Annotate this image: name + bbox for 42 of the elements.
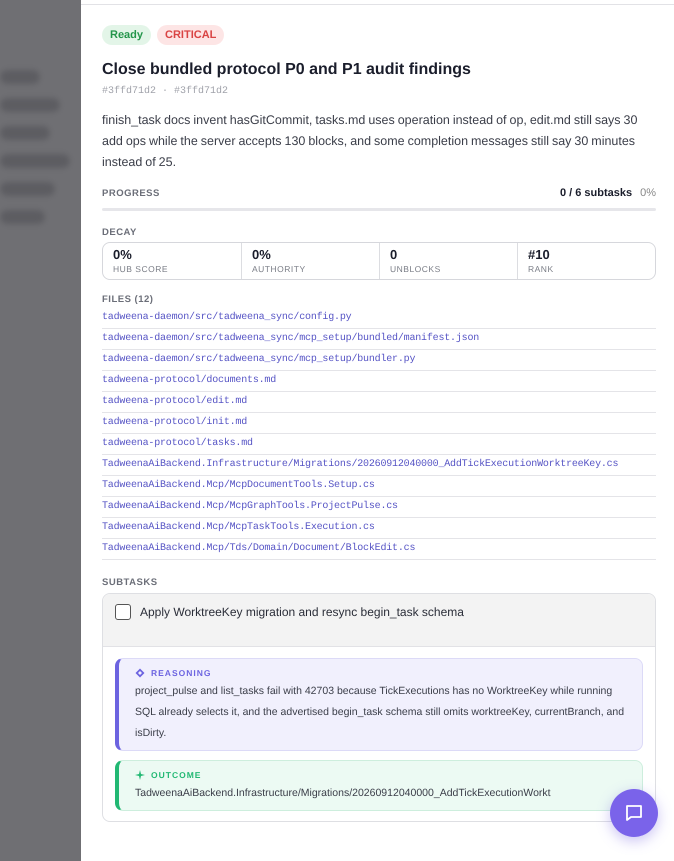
section-label: FILES (12)	[102, 294, 154, 305]
file-link[interactable]: tadweena-protocol/edit.md	[102, 392, 656, 413]
stat-label: AUTHORITY	[252, 264, 307, 274]
file-link[interactable]: TadweenaAiBackend.Mcp/McpGraphTools.ProjectPulse.cs	[102, 497, 656, 518]
file-link[interactable]: TadweenaAiBackend.Mcp/McpDocumentTools.Setup.cs	[102, 476, 656, 497]
section-label: PROGRESS	[102, 188, 160, 198]
file-link[interactable]: tadweena-daemon/src/tadweena_sync/mcp_setup/bundled/manifest.json	[102, 329, 656, 350]
task-title: Close bundled protocol P0 and P1 audit findings	[102, 61, 472, 79]
stat-value: 0%	[113, 247, 133, 262]
note-label: REASONING	[151, 668, 212, 678]
task-id: #3ffd71d2	[102, 86, 156, 97]
progress-percent: 0%	[640, 187, 656, 199]
separator-dot: ·	[162, 86, 168, 97]
note-text: project_pulse and list_tasks fail with 42703 because TickExecutions has no WorktreeKey while running SQL already selects it, and the advertised begin_task schema still omits worktreeKey, currentBranch, and isDirty.	[135, 684, 626, 741]
file-link[interactable]: tadweena-daemon/src/tadweena_sync/config.py	[102, 308, 656, 329]
subtask-count: 0 / 6 subtasks	[560, 187, 632, 199]
checkbox[interactable]	[115, 604, 131, 620]
task-id: #3ffd71d2	[174, 86, 228, 97]
stat-value: #10	[528, 247, 551, 262]
file-link[interactable]: tadweena-protocol/documents.md	[102, 371, 656, 392]
file-link[interactable]: tadweena-protocol/tasks.md	[102, 434, 656, 455]
file-link[interactable]: tadweena-protocol/init.md	[102, 413, 656, 434]
subtask-title: Apply WorktreeKey migration and resync begin_task schema	[140, 605, 464, 619]
stat-label: RANK	[528, 264, 555, 274]
note-text: TadweenaAiBackend.Infrastructure/Migrations/20260912040000_AddTickExecutionWorkt	[135, 786, 552, 801]
file-link[interactable]: TadweenaAiBackend.Mcp/McpTaskTools.Execution.cs	[102, 518, 656, 539]
file-link[interactable]: TadweenaAiBackend.Infrastructure/Migrations/20260912040000_AddTickExecutionWorktreeKey.cs	[102, 455, 656, 476]
note-label: OUTCOME	[151, 770, 202, 780]
file-link[interactable]: tadweena-daemon/src/tadweena_sync/mcp_setup/bundler.py	[102, 350, 656, 371]
sparkle-icon	[135, 770, 145, 780]
section-label: SUBTASKS	[102, 577, 159, 588]
stat-label: UNBLOCKS	[390, 264, 442, 274]
stat-value: 0%	[252, 247, 272, 262]
status-badge: Ready	[102, 25, 152, 45]
priority-badge: CRITICAL	[157, 25, 224, 45]
stat-label: HUB SCORE	[113, 264, 170, 274]
task-description: finish_task docs invent hasGitCommit, tasks.md uses operation instead of op, edit.md still says 30 add ops while the server accepts 130 blocks, and some completion messages still say 30 minutes instead of 25.	[102, 112, 638, 171]
stat-value: 0	[390, 247, 398, 262]
diamond-icon	[135, 668, 145, 678]
file-link[interactable]: TadweenaAiBackend.Mcp/Tds/Domain/Document/BlockEdit.cs	[102, 539, 656, 560]
chat-icon	[624, 803, 644, 823]
section-label: DECAY	[102, 227, 138, 238]
